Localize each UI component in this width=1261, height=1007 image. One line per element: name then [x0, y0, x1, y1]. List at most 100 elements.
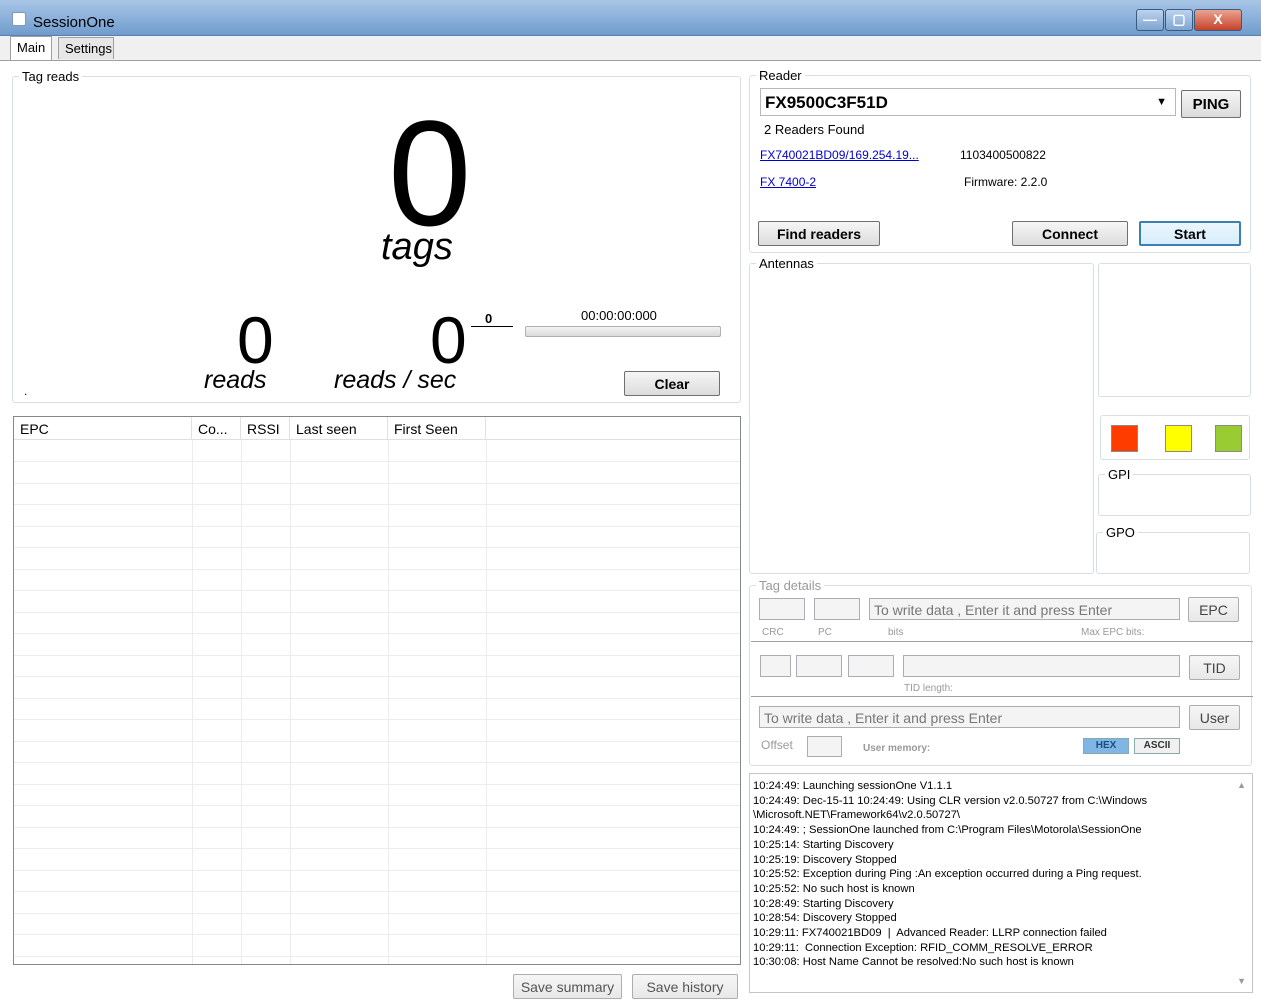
col-count[interactable]: Co...	[192, 417, 241, 440]
chevron-down-icon[interactable]: ▼	[1156, 96, 1167, 108]
user-input[interactable]: To write data , Enter it and press Enter	[759, 706, 1180, 728]
epc-button[interactable]: EPC	[1188, 597, 1239, 622]
scroll-down-icon[interactable]: ▼	[1237, 976, 1246, 986]
log-line: 10:24:49: Dec-15-11 10:24:49: Using CLR …	[753, 794, 1148, 807]
log-line: 10:24:49: Launching sessionOne V1.1.1	[753, 780, 953, 792]
grid-row-line	[14, 590, 740, 591]
grid-row-line	[14, 547, 740, 548]
col-last-seen[interactable]: Last seen	[290, 417, 388, 440]
tid-field-3[interactable]	[848, 655, 894, 677]
save-summary-button[interactable]: Save summary	[513, 974, 622, 999]
grid-row-line	[14, 482, 740, 484]
log-line: 10:29:11: Connection Exception: RFID_COM…	[753, 941, 1093, 954]
pc-field[interactable]	[814, 598, 860, 620]
tag-grid[interactable]: EPC Co... RSSI Last seen First Seen	[13, 416, 741, 965]
tid-input[interactable]	[903, 655, 1180, 677]
reader-selected-value: FX9500C3F51D	[765, 93, 888, 112]
save-history-button[interactable]: Save history	[632, 974, 738, 999]
grid-header: EPC Co... RSSI Last seen First Seen	[14, 417, 740, 440]
bits-label: bits	[888, 627, 904, 638]
reader-label: Reader	[756, 68, 805, 83]
reader-image-panel	[1098, 263, 1251, 397]
crc-label: CRC	[762, 627, 784, 638]
grid-row-line	[14, 955, 740, 957]
tab-main[interactable]: Main	[10, 36, 52, 60]
scroll-up-icon[interactable]: ▲	[1237, 780, 1246, 790]
find-readers-button[interactable]: Find readers	[758, 221, 880, 246]
log-lines: 10:24:49: Launching sessionOne V1.1.1 10:…	[753, 779, 1233, 970]
grid-row-line	[14, 912, 740, 914]
grid-column-line	[388, 440, 389, 964]
col-epc[interactable]: EPC	[14, 417, 192, 440]
log-line: 10:28:49: Starting Discovery	[753, 897, 894, 910]
grid-row-line	[14, 934, 740, 935]
grid-row-line	[14, 568, 740, 570]
offset-field[interactable]	[807, 736, 842, 757]
title-bar: SessionOne — ▢ X	[0, 0, 1261, 36]
user-memory-label: User memory:	[863, 743, 931, 754]
ascii-toggle[interactable]: ASCII	[1134, 738, 1180, 754]
reader-select[interactable]: FX9500C3F51D ▼	[760, 88, 1176, 116]
progress-bar	[525, 326, 721, 337]
log-line: 10:24:49: ; SessionOne launched from C:\…	[753, 824, 1142, 837]
gpo-label: GPO	[1103, 525, 1138, 540]
user-button[interactable]: User	[1189, 705, 1240, 730]
ping-button[interactable]: PING	[1181, 90, 1241, 118]
crc-field[interactable]	[759, 598, 805, 620]
tid-button[interactable]: TID	[1189, 655, 1240, 680]
reads-count: 0	[237, 303, 274, 377]
close-button[interactable]: X	[1194, 9, 1242, 31]
reads-label: reads	[204, 366, 267, 394]
log-line: 10:28:54: Discovery Stopped	[753, 912, 897, 925]
grid-row-line	[14, 461, 740, 462]
log-line: 10:25:52: Exception during Ping :An exce…	[753, 868, 1142, 881]
maximize-button[interactable]: ▢	[1165, 9, 1193, 31]
tag-details-label: Tag details	[756, 578, 825, 593]
col-rssi[interactable]: RSSI	[241, 417, 290, 440]
log-line: 10:25:14: Starting Discovery	[753, 838, 894, 851]
grid-row-line	[14, 740, 740, 742]
grid-row-line	[14, 869, 740, 871]
tag-reads-label: Tag reads	[19, 69, 83, 84]
grid-row-line	[14, 504, 740, 505]
grid-column-line	[241, 440, 242, 964]
readers-found-text: 2 Readers Found	[764, 122, 865, 137]
tid-length-label: TID length:	[904, 683, 953, 694]
rate-superscript: 0	[485, 311, 493, 326]
grid-row-line	[14, 611, 740, 613]
log-panel[interactable]: 10:24:49: Launching sessionOne V1.1.1 10:…	[749, 773, 1253, 993]
gpi-group: GPI	[1098, 467, 1251, 516]
tid-field-2[interactable]	[796, 655, 842, 677]
grid-row-line	[14, 848, 740, 849]
gpi-label: GPI	[1105, 467, 1134, 482]
reader-link-2[interactable]: FX 7400-2	[760, 175, 816, 189]
col-first-seen[interactable]: First Seen	[388, 417, 486, 440]
reader-info-1: 1103400500822	[960, 148, 1046, 162]
log-line: 10:25:52: No such host is known	[753, 882, 915, 895]
antennas-group: Antennas	[749, 256, 1094, 574]
tid-field-1[interactable]	[760, 655, 791, 677]
tab-settings[interactable]: Settings	[58, 37, 114, 59]
user-placeholder: To write data , Enter it and press Enter	[764, 710, 1003, 726]
grid-row-line	[14, 826, 740, 828]
grid-column-line	[290, 440, 291, 964]
clear-button[interactable]: Clear	[624, 371, 720, 396]
grid-row-line	[14, 762, 740, 763]
led-green-icon	[1215, 425, 1242, 452]
rate-underline	[471, 326, 513, 327]
log-line: \Microsoft.NET\Framework64\v2.0.50727\	[753, 809, 961, 822]
connect-button[interactable]: Connect	[1012, 221, 1128, 246]
grid-row-line	[14, 676, 740, 677]
epc-placeholder: To write data , Enter it and press Enter	[874, 602, 1113, 618]
separator-1	[751, 641, 1253, 642]
epc-input[interactable]: To write data , Enter it and press Enter	[869, 598, 1180, 620]
gpo-group: GPO	[1096, 525, 1250, 574]
app-icon	[12, 12, 26, 26]
log-line: 10:25:19: Discovery Stopped	[753, 853, 897, 866]
minimize-button[interactable]: —	[1136, 9, 1164, 31]
hex-toggle[interactable]: HEX	[1083, 738, 1129, 754]
corner-dot: .	[24, 384, 28, 398]
start-button[interactable]: Start	[1139, 221, 1241, 246]
reader-link-1[interactable]: FX740021BD09/169.254.19...	[760, 148, 919, 162]
grid-row-line	[14, 719, 740, 720]
